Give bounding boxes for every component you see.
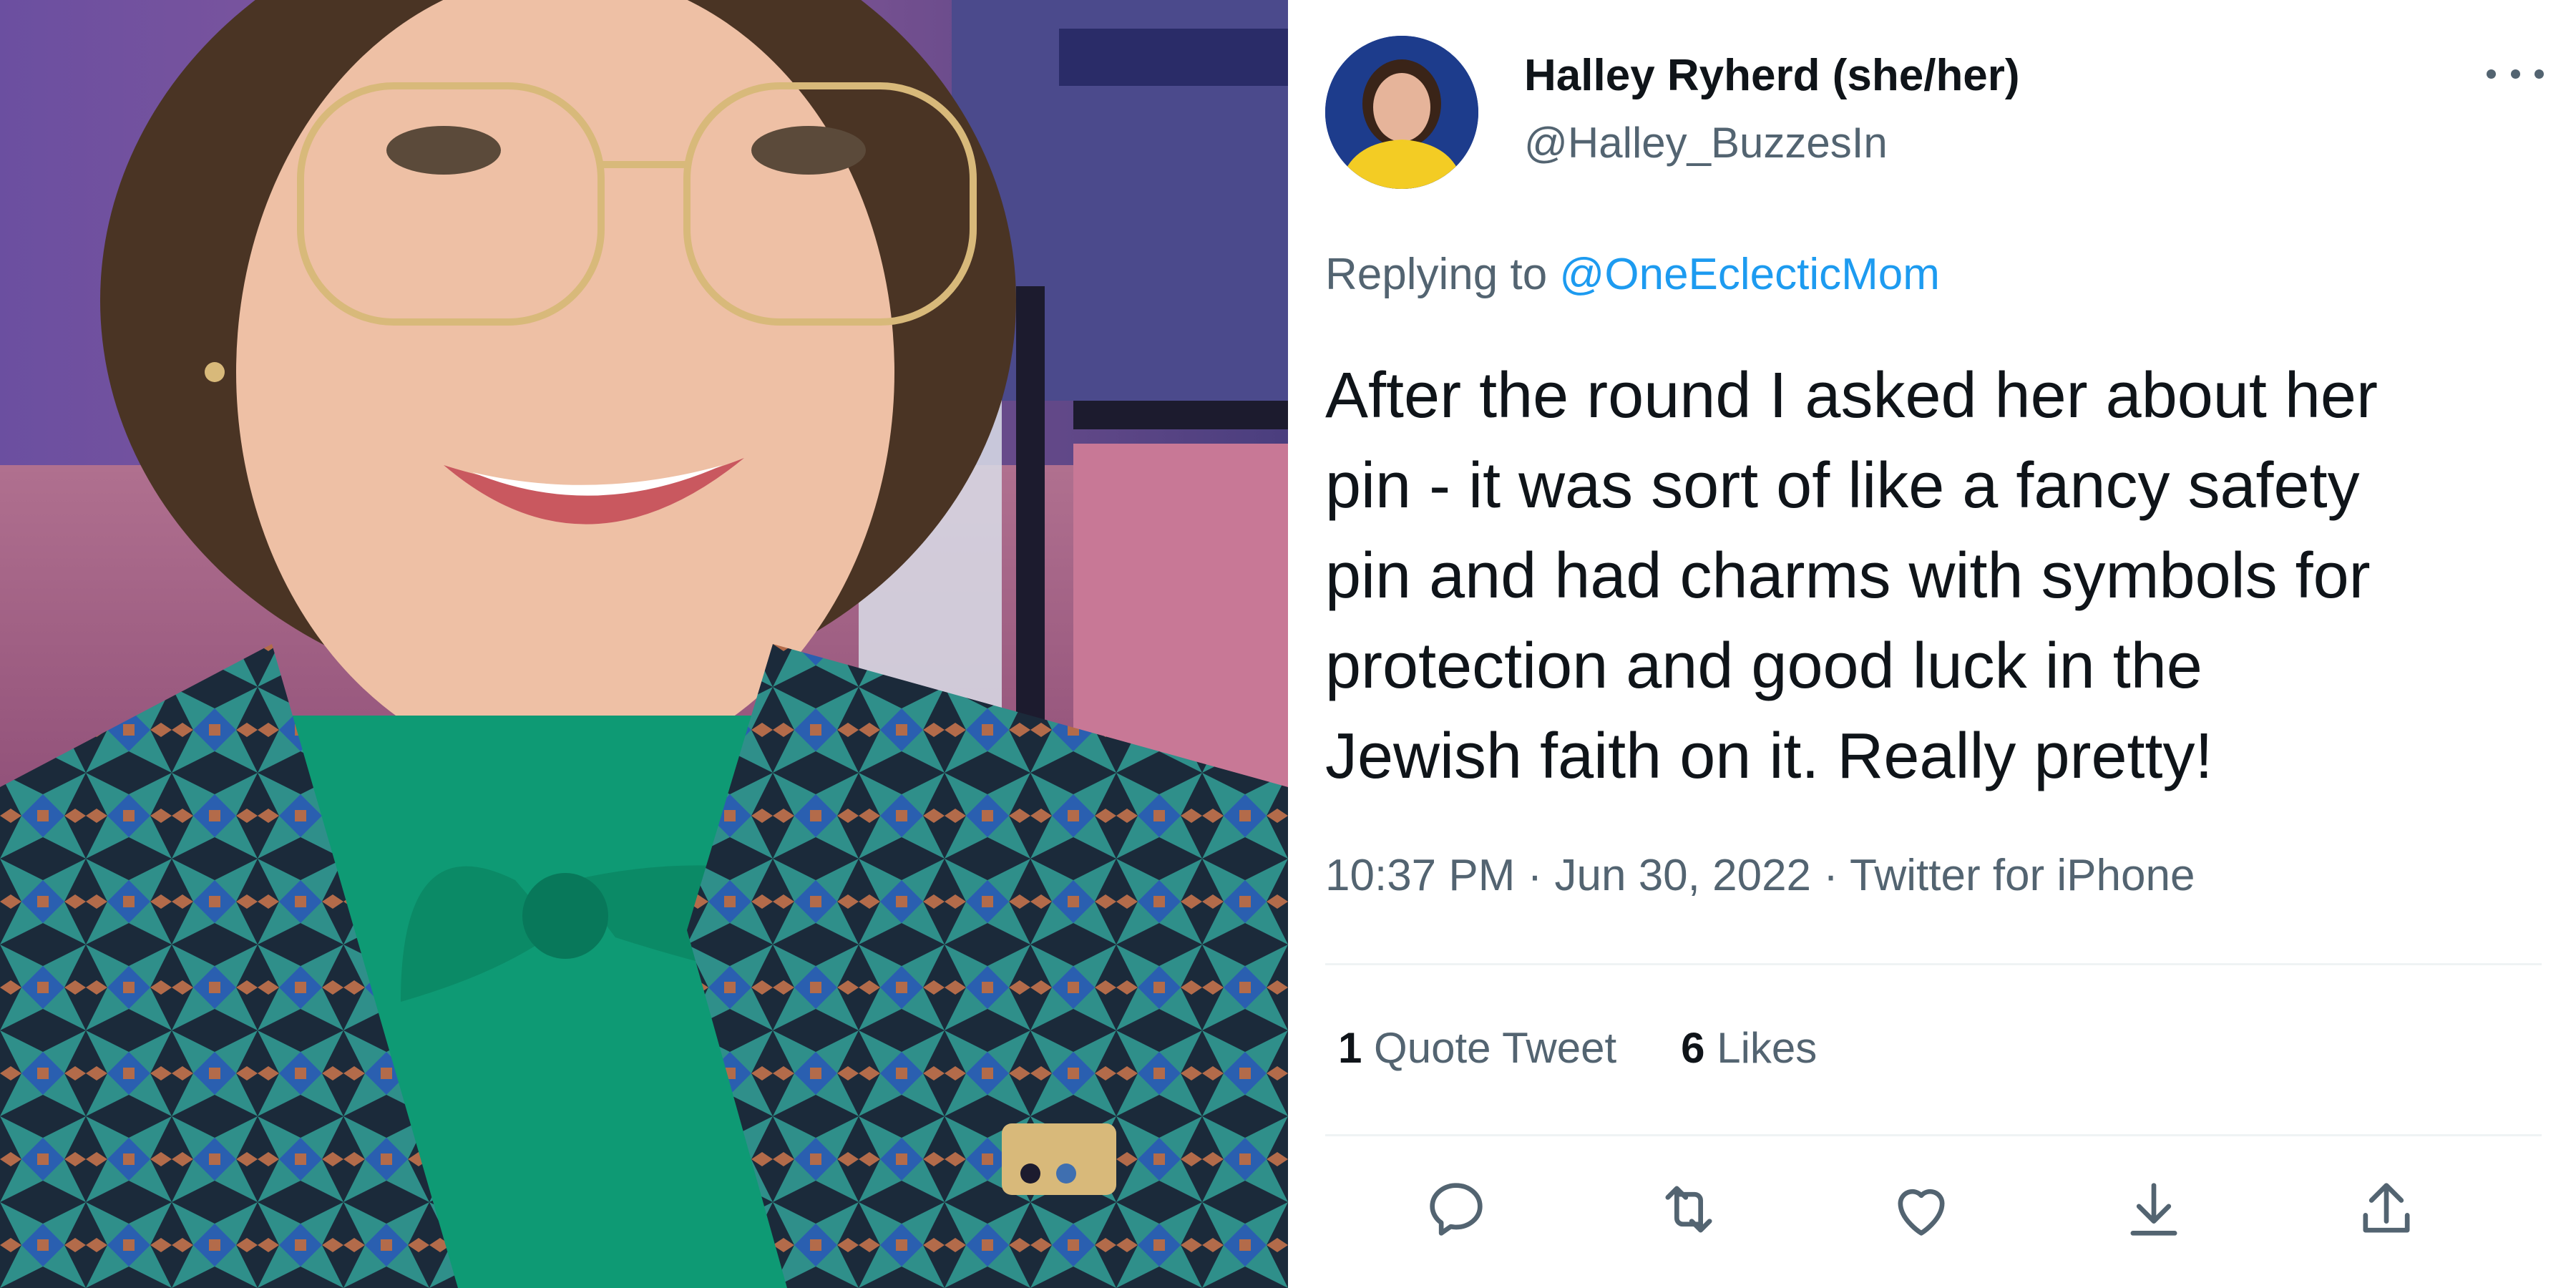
author-name[interactable]: Halley Ryherd (she/her) [1524,50,2020,101]
tweet-text: After the round I asked her about her pi… [1325,360,2378,792]
like-label: Likes [1704,1024,1818,1072]
tweet-stats: 1 Quote Tweet 6 Likes [1338,1023,1817,1073]
quote-tweet-stat[interactable]: 1 Quote Tweet [1338,1023,1616,1073]
author-avatar[interactable] [1325,36,1478,189]
bookmark-icon [2130,1183,2177,1236]
tweet-actions [1420,1174,2410,1252]
meta-separator: · [1515,851,1555,900]
quote-count: 1 [1338,1024,1362,1072]
avatar-illustration [1325,36,1478,189]
author-handle[interactable]: @Halley_BuzzesIn [1524,118,1888,167]
more-dot [2534,69,2544,79]
more-dot [2487,69,2496,79]
meta-separator: · [1811,851,1850,900]
tweet-source[interactable]: Twitter for iPhone [1850,851,2195,900]
tweet-time[interactable]: 10:37 PM [1325,851,1515,900]
tweet-date[interactable]: Jun 30, 2022 [1555,851,1812,900]
tweet-meta: 10:37 PM · Jun 30, 2022 · Twitter for iP… [1325,850,2195,901]
more-options-icon[interactable] [2487,63,2544,84]
replying-to-label: Replying to [1325,250,1560,299]
replying-to: Replying to @OneEclecticMom [1325,249,1940,300]
reply-icon [1430,1183,1483,1236]
selfie-photo [0,0,1288,1288]
bookmark-button[interactable] [2118,1174,2190,1245]
tweet-card: Halley Ryherd (she/her) @Halley_BuzzesIn… [1288,0,2576,1288]
divider [1325,963,2542,965]
retweet-icon [1665,1186,1712,1233]
quote-label: Quote Tweet [1362,1024,1617,1072]
selfie-illustration [0,0,1288,1288]
retweet-button[interactable] [1653,1174,1724,1245]
like-count: 6 [1681,1024,1705,1072]
heart-icon [1898,1189,1945,1236]
more-dot [2510,69,2520,79]
like-button[interactable] [1885,1174,1957,1245]
divider [1325,1134,2542,1136]
reply-button[interactable] [1420,1174,1492,1245]
share-icon [2363,1183,2410,1233]
likes-stat[interactable]: 6 Likes [1681,1023,1817,1073]
share-button[interactable] [2351,1174,2422,1245]
reply-mention-link[interactable]: @OneEclecticMom [1559,250,1940,299]
